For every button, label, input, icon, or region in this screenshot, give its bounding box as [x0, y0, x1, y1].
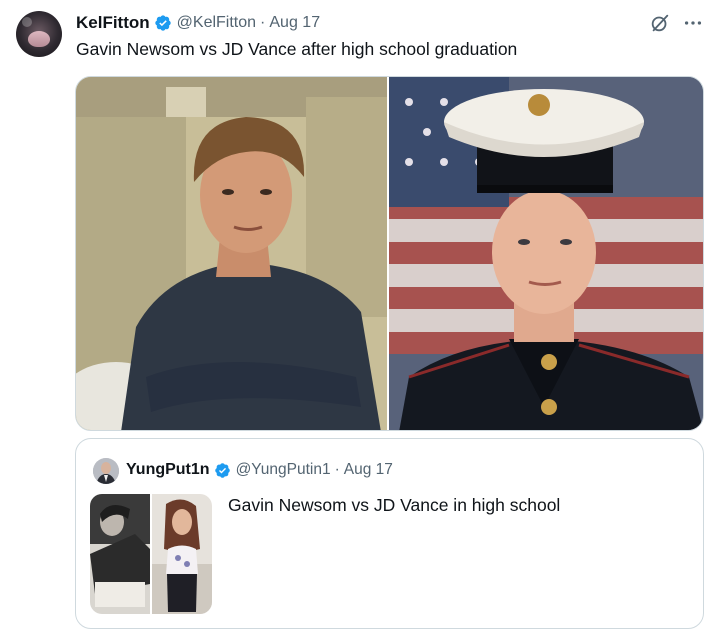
author-handle[interactable]: @KelFitton	[177, 14, 256, 32]
verified-badge-icon	[154, 15, 171, 31]
separator-dot: ·	[260, 14, 266, 31]
grok-icon[interactable]	[649, 12, 671, 34]
quoted-photo-right	[152, 494, 212, 614]
quoted-author-avatar[interactable]	[93, 458, 119, 484]
quoted-author-handle[interactable]: @YungPutin1	[236, 461, 331, 479]
quoted-tweet-header: YungPut1n @YungPutin1 · Aug 17	[126, 459, 393, 481]
quoted-tweet-card[interactable]: YungPut1n @YungPutin1 · Aug 17 Gavin New…	[75, 438, 704, 629]
author-name[interactable]: KelFitton	[76, 13, 150, 33]
quoted-tweet-date[interactable]: Aug 17	[344, 461, 393, 479]
avatar-highlight	[22, 17, 32, 27]
photo-right-illustration	[389, 77, 703, 430]
quoted-photo-left-illustration	[90, 494, 150, 614]
media-photo-right[interactable]	[389, 77, 703, 430]
media-photo-left[interactable]	[76, 77, 387, 430]
tweet-media	[75, 76, 704, 431]
quoted-media-thumbnail[interactable]	[90, 494, 212, 614]
tweet-text: Gavin Newsom vs JD Vance after high scho…	[76, 39, 518, 59]
photo-left-illustration	[76, 77, 387, 430]
tweet-header: KelFitton @KelFitton · Aug 17	[76, 12, 320, 34]
quoted-avatar-illustration	[93, 458, 119, 484]
quoted-author-name[interactable]: YungPut1n	[126, 461, 210, 479]
tweet-date[interactable]: Aug 17	[269, 14, 320, 32]
quoted-photo-right-illustration	[152, 494, 212, 614]
more-options-icon[interactable]	[682, 12, 704, 34]
separator-dot: ·	[334, 461, 340, 478]
quoted-tweet-text: Gavin Newsom vs JD Vance in high school	[228, 495, 561, 515]
quoted-photo-left	[90, 494, 150, 614]
author-avatar[interactable]	[16, 11, 62, 57]
verified-badge-icon	[214, 462, 230, 478]
avatar-face	[28, 31, 50, 47]
